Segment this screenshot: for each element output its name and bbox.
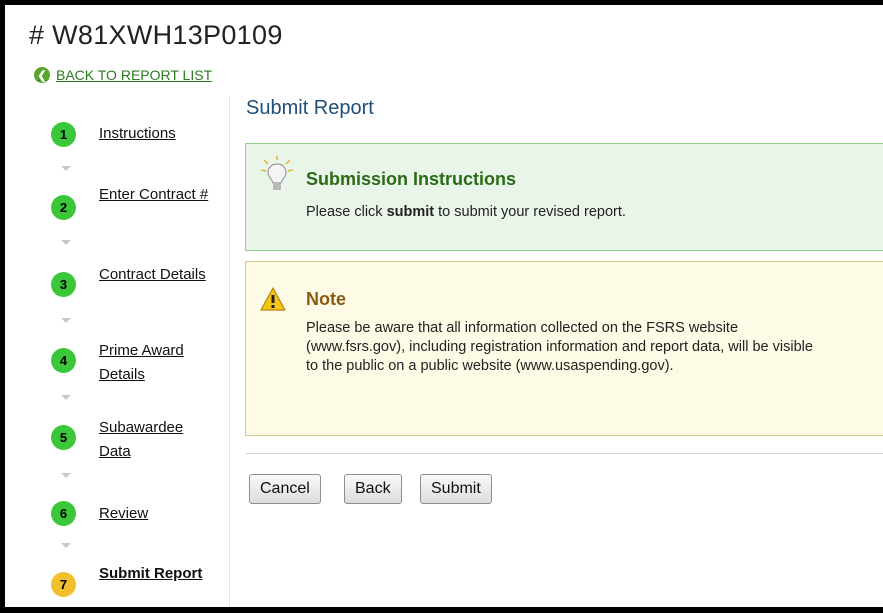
step-number: 5 [51,425,76,450]
note-text: Please be aware that all information col… [306,320,813,374]
chevron-down-icon [61,318,71,323]
warning-icon [260,287,286,311]
chevron-down-icon [61,543,71,548]
chevron-down-icon [61,166,71,171]
step-label[interactable]: Review [99,502,219,526]
back-to-report-list-link[interactable]: ❮ BACK TO REPORT LIST [34,67,212,83]
sidebar-divider [229,97,230,607]
step-label-current: Submit Report [99,565,203,582]
back-link-label: BACK TO REPORT LIST [56,67,213,83]
step-number: 4 [51,348,76,373]
note-panel: Note Please be aware that all informatio… [245,261,883,436]
instructions-title: Submission Instructions [306,169,517,189]
submit-button[interactable]: Submit [420,474,492,504]
arrow-left-icon: ❮ [34,67,50,83]
lightbulb-icon [260,156,294,190]
instructions-text: Please click submit to submit your revis… [306,204,626,220]
step-contract-details[interactable]: 3 Contract Details [51,266,219,297]
step-number: 3 [51,272,76,297]
step-review[interactable]: 6 Review [51,501,219,526]
step-number: 1 [51,122,76,147]
chevron-down-icon [61,473,71,478]
section-heading: Submit Report [246,97,374,119]
step-number: 6 [51,501,76,526]
back-button[interactable]: Back [344,474,402,504]
step-enter-contract[interactable]: 2 Enter Contract # [51,186,219,220]
step-label[interactable]: Prime Award Details [99,339,219,387]
cancel-button[interactable]: Cancel [249,474,321,504]
divider [246,453,883,454]
step-label[interactable]: Subawardee Data [99,416,219,464]
submission-instructions-panel: Submission Instructions Please click sub… [245,143,883,251]
step-number: 2 [51,195,76,220]
step-number-current: 7 [51,572,76,597]
step-label[interactable]: Instructions [99,122,219,146]
step-label[interactable]: Contract Details [99,263,219,287]
chevron-down-icon [61,395,71,400]
chevron-down-icon [61,240,71,245]
step-subawardee-data[interactable]: 5 Subawardee Data [51,419,219,464]
step-instructions[interactable]: 1 Instructions [51,122,219,147]
page-title: # W81XWH13P0109 [29,20,283,50]
step-label[interactable]: Enter Contract # [99,183,219,207]
step-prime-award-details[interactable]: 4 Prime Award Details [51,342,219,387]
note-title: Note [306,289,346,309]
step-submit-report: 7 Submit Report [51,565,219,597]
